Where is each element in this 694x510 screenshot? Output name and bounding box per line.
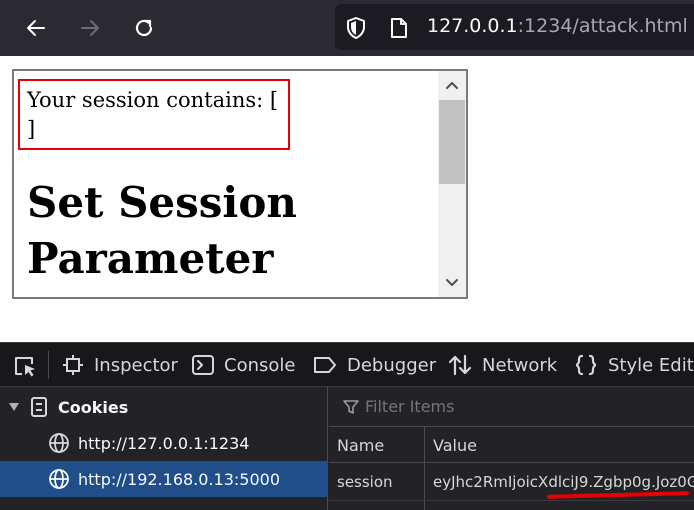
globe-icon	[49, 433, 69, 453]
page-content: Your session contains: [ ] Set Session P…	[0, 56, 694, 342]
table-row[interactable]: session eyJhc2RmIjoicXdlciJ9.Zgbp0g.Joz0…	[329, 463, 694, 501]
tab-style-editor-label: Style Editor	[608, 354, 694, 376]
tree-host-2[interactable]: http://192.168.0.13:5000	[0, 461, 328, 497]
devtools-tabbar: Inspector Console Debugger Network Style…	[0, 343, 694, 387]
tab-inspector[interactable]: Inspector	[62, 343, 178, 387]
element-picker-icon	[15, 357, 35, 377]
tab-debugger[interactable]: Debugger	[313, 343, 436, 387]
back-arrow-icon	[27, 20, 45, 36]
devtools-panel: Inspector Console Debugger Network Style…	[0, 342, 694, 510]
debugger-icon	[314, 357, 336, 373]
host-label: http://127.0.0.1:1234	[78, 433, 250, 453]
tab-console[interactable]: Console	[192, 343, 295, 387]
embedded-frame: Your session contains: [ ] Set Session P…	[12, 69, 468, 299]
tab-network-label: Network	[482, 354, 558, 376]
cookie-name-cell: session	[337, 473, 393, 491]
url-text[interactable]: 127.0.0.1:1234/attack.html	[427, 15, 688, 37]
url-path: :1234/attack.html	[517, 15, 688, 37]
forward-button[interactable]	[72, 10, 108, 46]
tab-style-editor[interactable]: Style Editor	[574, 343, 694, 387]
reload-button[interactable]	[126, 10, 162, 46]
network-icon	[448, 354, 472, 376]
tab-console-label: Console	[224, 354, 296, 376]
console-icon	[192, 355, 214, 375]
back-button[interactable]	[18, 10, 54, 46]
host-label: http://192.168.0.13:5000	[78, 469, 280, 489]
filter-bar[interactable]	[329, 387, 694, 427]
page-heading: Set Session Parameter	[27, 178, 297, 283]
tree-host-1[interactable]: http://127.0.0.1:1234	[0, 425, 328, 461]
url-bar[interactable]: 127.0.0.1:1234/attack.html	[335, 4, 694, 50]
table-header: Name Value	[329, 427, 694, 463]
globe-icon	[49, 469, 69, 489]
frame-document: Your session contains: [ ] Set Session P…	[14, 71, 438, 297]
session-line-2: ]	[27, 117, 36, 141]
browser-toolbar: 127.0.0.1:1234/attack.html	[0, 0, 694, 56]
storage-tree: Cookies http://127.0.0.1:1234 http://192…	[0, 387, 328, 510]
tab-debugger-label: Debugger	[347, 354, 437, 376]
cookie-table-panel: Name Value session eyJhc2RmIjoicXdlciJ9.…	[329, 387, 694, 510]
reload-icon	[135, 19, 153, 37]
scroll-thumb[interactable]	[439, 100, 465, 184]
cookies-label: Cookies	[58, 397, 129, 417]
tree-cookies[interactable]: Cookies	[0, 389, 328, 425]
frame-scrollbar[interactable]	[438, 71, 466, 297]
page-icon[interactable]	[389, 17, 409, 39]
url-host: 127.0.0.1	[427, 15, 518, 37]
style-editor-icon	[575, 354, 597, 376]
chevron-down-icon	[446, 279, 458, 286]
session-line-1: Your session contains: [	[27, 88, 279, 112]
cookie-storage-icon	[31, 397, 47, 417]
scroll-up-button[interactable]	[438, 71, 466, 99]
tab-separator	[48, 351, 49, 379]
expand-arrow-icon[interactable]	[8, 402, 20, 412]
filter-icon	[343, 399, 359, 414]
shield-icon[interactable]	[345, 16, 367, 40]
filter-input[interactable]	[365, 397, 645, 416]
tab-inspector-label: Inspector	[94, 354, 178, 376]
column-name-header[interactable]: Name	[337, 427, 384, 463]
scroll-down-button[interactable]	[438, 269, 466, 297]
chevron-up-icon	[446, 82, 458, 89]
session-text: Your session contains: [ ]	[27, 86, 287, 144]
tab-network[interactable]: Network	[448, 343, 557, 387]
forward-arrow-icon	[81, 20, 99, 36]
column-value-header[interactable]: Value	[433, 427, 477, 463]
inspector-icon	[63, 355, 83, 375]
element-picker-button[interactable]	[8, 351, 42, 381]
